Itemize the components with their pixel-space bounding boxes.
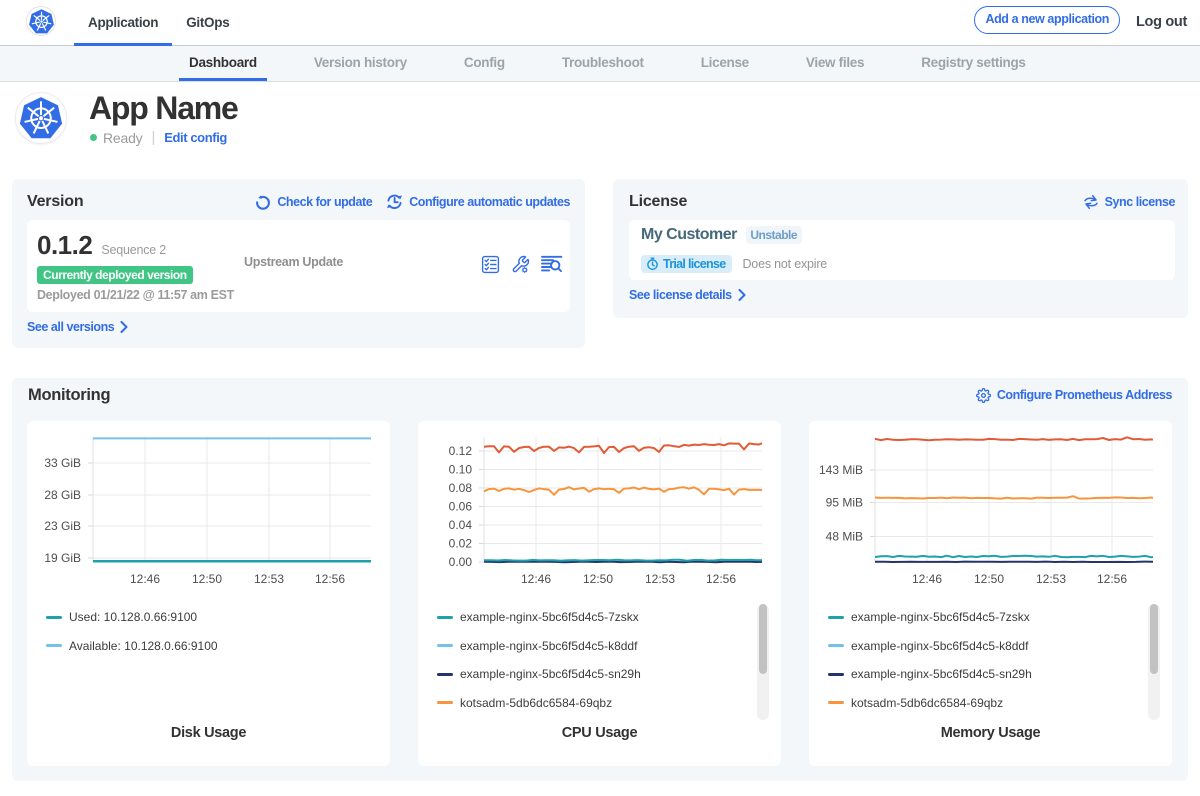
svg-text:12:50: 12:50 — [583, 572, 613, 586]
svg-text:12:46: 12:46 — [912, 572, 942, 586]
svg-text:12:56: 12:56 — [706, 572, 736, 586]
svg-text:0.12: 0.12 — [449, 444, 473, 458]
svg-text:12:53: 12:53 — [254, 572, 284, 586]
svg-text:12:46: 12:46 — [521, 572, 551, 586]
svg-text:0.02: 0.02 — [449, 537, 473, 551]
svg-text:0.10: 0.10 — [449, 463, 473, 477]
svg-text:12:46: 12:46 — [130, 572, 160, 586]
svg-text:12:56: 12:56 — [315, 572, 345, 586]
svg-text:143 MiB: 143 MiB — [819, 463, 863, 477]
svg-text:0.04: 0.04 — [449, 518, 473, 532]
svg-text:12:53: 12:53 — [1036, 572, 1066, 586]
svg-text:28 GiB: 28 GiB — [44, 488, 81, 502]
svg-text:0.06: 0.06 — [449, 500, 473, 514]
svg-text:0.08: 0.08 — [449, 481, 473, 495]
svg-text:12:50: 12:50 — [974, 572, 1004, 586]
svg-text:23 GiB: 23 GiB — [44, 519, 81, 533]
svg-text:12:56: 12:56 — [1097, 572, 1127, 586]
svg-text:33 GiB: 33 GiB — [44, 456, 81, 470]
svg-text:0.00: 0.00 — [449, 555, 473, 569]
svg-text:19 GiB: 19 GiB — [44, 551, 81, 565]
svg-text:48 MiB: 48 MiB — [826, 530, 863, 544]
svg-text:12:53: 12:53 — [645, 572, 675, 586]
svg-text:12:50: 12:50 — [192, 572, 222, 586]
svg-text:95 MiB: 95 MiB — [826, 496, 863, 510]
